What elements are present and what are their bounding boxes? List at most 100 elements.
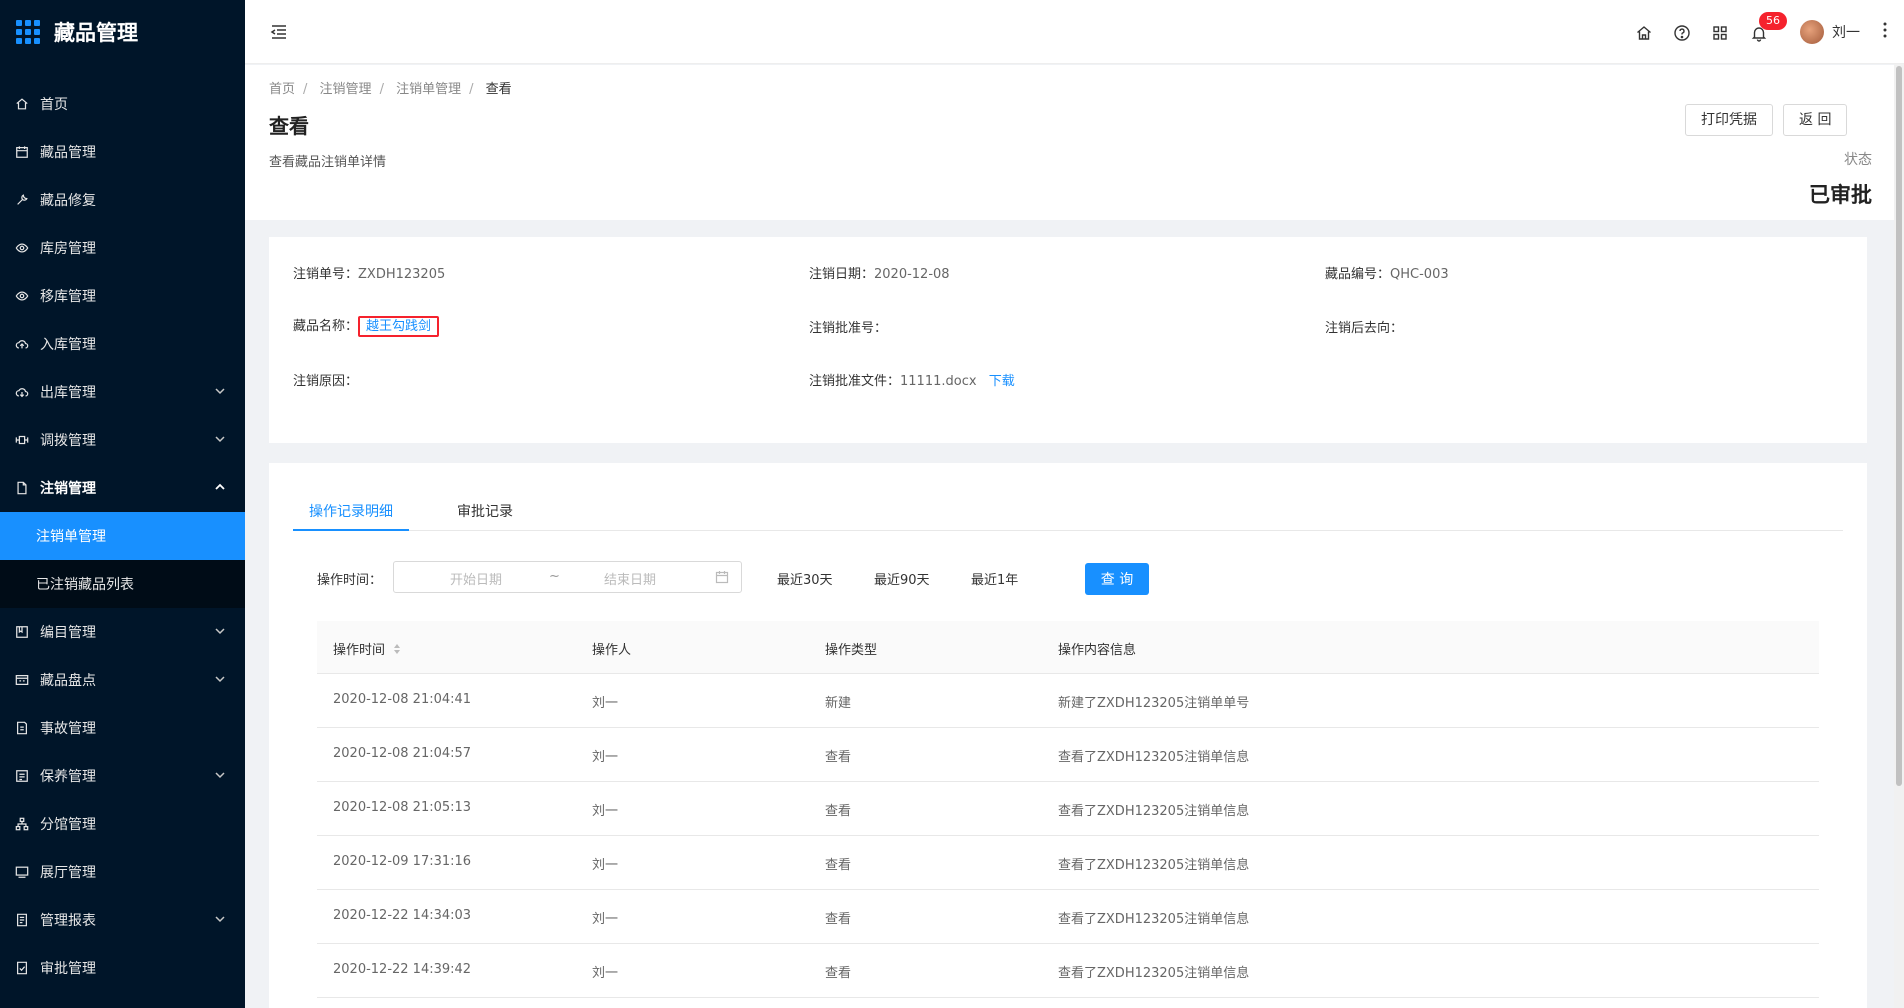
app-logo[interactable]: 藏品管理: [0, 0, 245, 64]
maintenance-icon: [14, 768, 30, 784]
records-table: 操作时间 操作人 操作类型 操作内容信息 2020-12-08 21:04:41…: [317, 621, 1819, 998]
sidebar-item-allocation[interactable]: 调拨管理: [0, 416, 245, 464]
calendar-icon: [715, 571, 729, 584]
branch-icon: [14, 816, 30, 832]
field-code: 藏品编号：QHC-003: [1325, 267, 1449, 282]
sort-icon[interactable]: [393, 643, 401, 655]
col-operation-type: 操作类型: [825, 643, 878, 658]
cloud-download-icon: [14, 384, 30, 400]
active-tab-indicator: [293, 529, 409, 531]
approval-icon: [14, 960, 30, 976]
tab-approval-records[interactable]: 审批记录: [457, 501, 513, 521]
username[interactable]: 刘一: [1832, 22, 1860, 42]
quick-90-days[interactable]: 最近90天: [874, 569, 930, 588]
app-title: 藏品管理: [54, 21, 138, 45]
start-date-input[interactable]: 开始日期: [450, 569, 502, 588]
sidebar-item-maintenance[interactable]: 保养管理: [0, 752, 245, 800]
report-icon: [14, 912, 30, 928]
status-value: 已审批: [1809, 183, 1872, 207]
accident-icon: [14, 720, 30, 736]
chevron-down-icon: [215, 436, 225, 443]
field-approval-file: 注销批准文件：11111.docx 下载: [809, 374, 1015, 389]
wrench-icon: [14, 192, 30, 208]
records-card: 操作记录明细 审批记录 操作时间： 开始日期 ~ 结束日期 最近30天 最近90…: [269, 463, 1867, 1008]
catalog-icon: [14, 624, 30, 640]
sidebar-item-approval[interactable]: 审批管理: [0, 944, 245, 992]
page-title: 查看: [269, 114, 309, 138]
top-header: 56 刘一: [245, 0, 1904, 64]
sidebar-item-inventory[interactable]: 藏品盘点: [0, 656, 245, 704]
apps-grid-icon: [16, 20, 40, 44]
scrollbar-thumb[interactable]: [1896, 66, 1902, 786]
quick-30-days[interactable]: 最近30天: [777, 569, 833, 588]
sidebar-item-branch[interactable]: 分馆管理: [0, 800, 245, 848]
breadcrumb-current: 查看: [485, 82, 512, 97]
inventory-icon: [14, 672, 30, 688]
table-row: 2020-12-22 14:39:42 刘一 查看 查看了ZXDH123205注…: [317, 944, 1819, 998]
breadcrumb-home[interactable]: 首页: [269, 82, 295, 97]
sidebar-item-cancellation[interactable]: 注销管理: [0, 464, 245, 512]
swap-icon: [14, 432, 30, 448]
collection-name-link[interactable]: 越王勾践剑: [358, 316, 440, 337]
status-label: 状态: [1844, 152, 1872, 168]
sidebar-subitem-cancelled-list[interactable]: 已注销藏品列表: [0, 560, 245, 608]
filter-label: 操作时间：: [317, 573, 383, 588]
download-link[interactable]: 下载: [989, 374, 1015, 389]
search-button[interactable]: 查 询: [1085, 563, 1149, 595]
chevron-up-icon: [215, 483, 225, 490]
avatar[interactable]: [1800, 20, 1824, 44]
sidebar-item-transfer-storage[interactable]: 移库管理: [0, 272, 245, 320]
sidebar-item-hall[interactable]: 展厅管理: [0, 848, 245, 896]
sidebar-item-catalog[interactable]: 编目管理: [0, 608, 245, 656]
sidebar-item-home[interactable]: 首页: [0, 80, 245, 128]
home-icon[interactable]: [1635, 24, 1653, 42]
more-vertical-icon[interactable]: [1877, 20, 1893, 40]
col-operator: 操作人: [592, 643, 632, 658]
table-row: 2020-12-22 14:34:03 刘一 查看 查看了ZXDH123205注…: [317, 890, 1819, 944]
date-value: 2020-12-08: [874, 267, 950, 282]
col-operation-time[interactable]: 操作时间: [333, 639, 401, 658]
sidebar-subitem-cancellation-orders[interactable]: 注销单管理: [0, 512, 245, 560]
breadcrumb-cancellation-orders[interactable]: 注销单管理: [396, 82, 461, 97]
field-approval-no: 注销批准号：: [809, 321, 888, 336]
page-header: 首页 / 注销管理 / 注销单管理 / 查看 查看 查看藏品注销单详情 打印凭据 返 …: [245, 65, 1894, 220]
filter-bar: 操作时间： 开始日期 ~ 结束日期 最近30天 最近90天 最近1年 查 询: [317, 561, 1817, 595]
chevron-down-icon: [215, 772, 225, 779]
table-row: 2020-12-09 17:31:16 刘一 查看 查看了ZXDH123205注…: [317, 836, 1819, 890]
home-icon: [14, 96, 30, 112]
tab-operation-records[interactable]: 操作记录明细: [309, 501, 393, 521]
field-date: 注销日期：2020-12-08: [809, 267, 950, 282]
print-voucher-button[interactable]: 打印凭据: [1685, 104, 1773, 136]
range-separator: ~: [549, 569, 560, 584]
breadcrumb-cancellation[interactable]: 注销管理: [320, 82, 372, 97]
field-name: 藏品名称： 越王勾践剑: [293, 315, 440, 337]
code-value: QHC-003: [1390, 267, 1449, 282]
sidebar-item-inbound[interactable]: 入库管理: [0, 320, 245, 368]
apps-icon[interactable]: [1711, 24, 1729, 42]
sidebar-item-accident[interactable]: 事故管理: [0, 704, 245, 752]
back-button[interactable]: 返 回: [1783, 104, 1848, 136]
date-range-picker[interactable]: 开始日期 ~ 结束日期: [393, 561, 742, 593]
sidebar-item-collection[interactable]: 藏品管理: [0, 128, 245, 176]
help-icon[interactable]: [1673, 24, 1691, 42]
chevron-down-icon: [215, 676, 225, 683]
quick-1-year[interactable]: 最近1年: [971, 569, 1018, 588]
table-row: 2020-12-08 21:05:13 刘一 查看 查看了ZXDH123205注…: [317, 782, 1819, 836]
table-row: 2020-12-08 21:04:41 刘一 新建 新建了ZXDH123205注…: [317, 674, 1819, 728]
calendar-icon: [14, 144, 30, 160]
table-row: 2020-12-08 21:04:57 刘一 查看 查看了ZXDH123205注…: [317, 728, 1819, 782]
table-header: 操作时间 操作人 操作类型 操作内容信息: [317, 621, 1819, 674]
sidebar: 藏品管理 首页 藏品管理 藏品修复 库房管理 移库管理 入库管理 出库管理 调拨…: [0, 0, 245, 1008]
sidebar-item-restoration[interactable]: 藏品修复: [0, 176, 245, 224]
cloud-upload-icon: [14, 336, 30, 352]
breadcrumb: 首页 / 注销管理 / 注销单管理 / 查看: [269, 82, 512, 97]
sidebar-item-storeroom[interactable]: 库房管理: [0, 224, 245, 272]
end-date-input[interactable]: 结束日期: [604, 569, 656, 588]
page-scrollbar[interactable]: [1894, 64, 1904, 1008]
file-name: 11111.docx: [900, 374, 977, 389]
sidebar-item-reports[interactable]: 管理报表: [0, 896, 245, 944]
sidebar-item-outbound[interactable]: 出库管理: [0, 368, 245, 416]
page-description: 查看藏品注销单详情: [269, 155, 387, 170]
order-no-value: ZXDH123205: [358, 267, 446, 282]
menu-fold-icon[interactable]: [269, 22, 289, 42]
